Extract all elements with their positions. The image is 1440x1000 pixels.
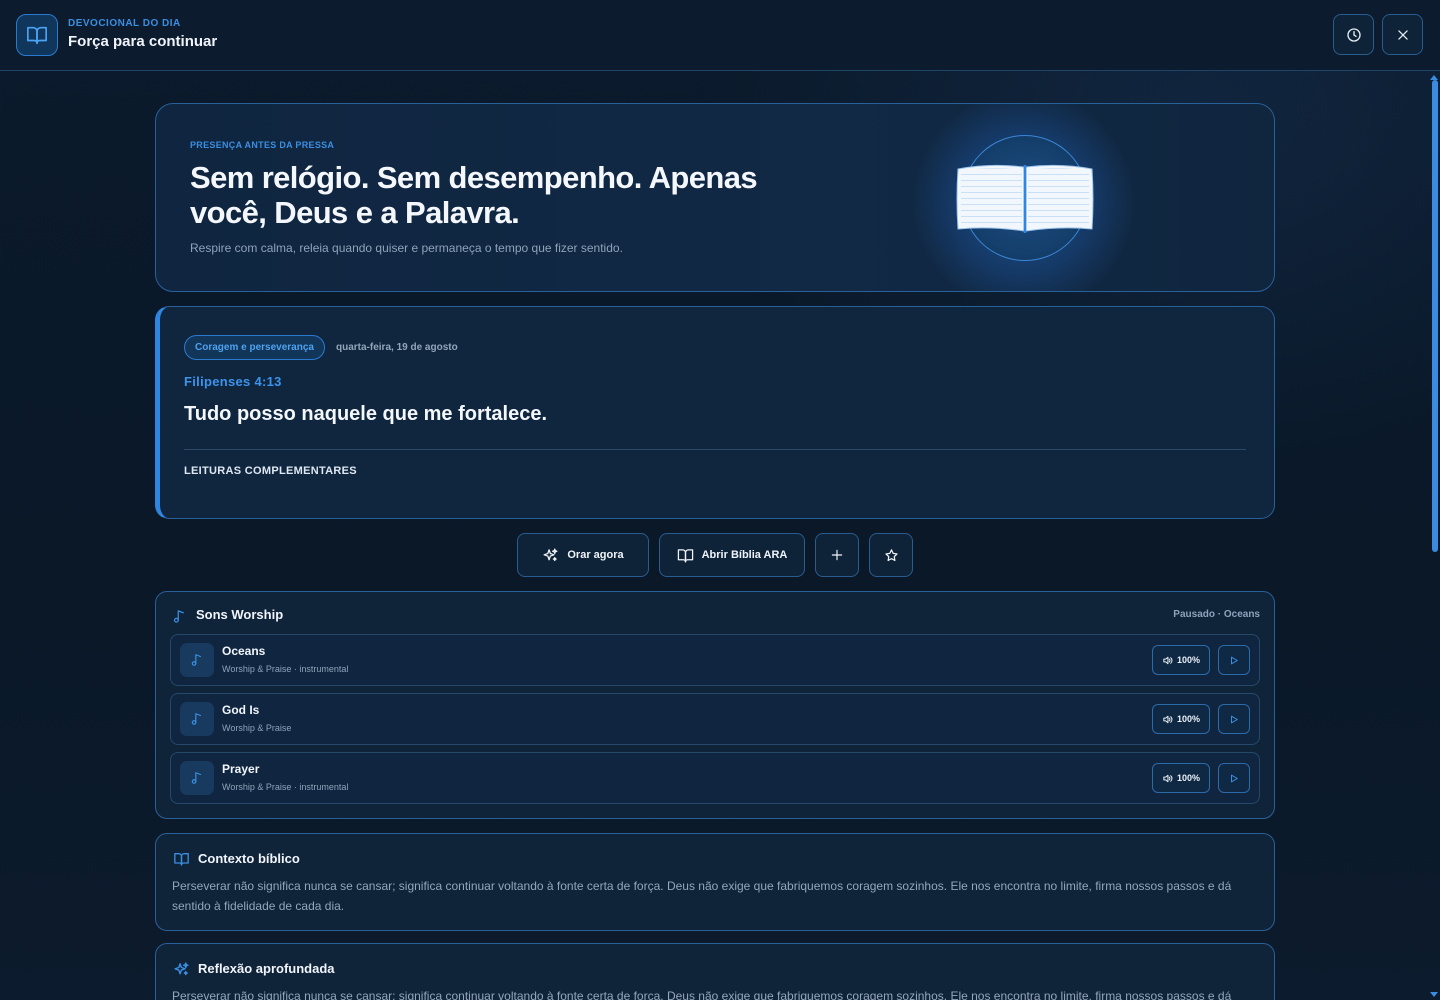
close-icon [1397, 29, 1408, 40]
play-icon [1231, 656, 1238, 664]
volume-button[interactable]: 100% [1152, 704, 1210, 734]
track-name: God Is [222, 703, 260, 717]
volume-button[interactable]: 100% [1152, 763, 1210, 793]
play-button[interactable] [1218, 704, 1250, 734]
divider [184, 449, 1246, 450]
track-name: Oceans [222, 644, 266, 658]
clock-icon [1346, 27, 1361, 42]
worship-sounds-panel: Sons Worship Pausado · Oceans Oceans Wor… [155, 591, 1275, 819]
biblical-context-card: Contexto bíblico Perseverar não signific… [155, 833, 1275, 931]
hero-kicker: PRESENÇA ANTES DA PRESSA [190, 140, 335, 150]
music-note-icon [180, 702, 214, 736]
track-row[interactable]: Prayer Worship & Praise · instrumental 1… [170, 752, 1260, 804]
music-note-icon [180, 643, 214, 677]
play-button[interactable] [1218, 645, 1250, 675]
track-name: Prayer [222, 762, 260, 776]
reflection-title: Reflexão aprofundada [198, 961, 335, 976]
pray-now-button[interactable]: Orar agora [517, 533, 649, 577]
play-icon [1231, 774, 1238, 782]
hero-subtitle: Respire com calma, releia quando quiser … [190, 241, 623, 255]
header-title: Força para continuar [68, 33, 218, 50]
reflection-text: Perseverar não significa nunca se cansar… [172, 989, 1232, 1000]
verse-date: quarta-feira, 19 de agosto [336, 342, 458, 353]
volume-icon [1163, 774, 1173, 782]
play-icon [1231, 715, 1238, 723]
star-icon [884, 548, 898, 561]
close-button[interactable] [1382, 14, 1423, 55]
deep-reflection-card: Reflexão aprofundada Perseverar não sign… [155, 943, 1275, 1000]
scroll-down-icon[interactable] [1430, 990, 1438, 998]
music-note-icon [180, 761, 214, 795]
plus-icon [831, 549, 843, 561]
history-button[interactable] [1333, 14, 1374, 55]
volume-icon [1163, 715, 1173, 723]
playback-status: Pausado · Oceans [1173, 609, 1260, 620]
track-row[interactable]: God Is Worship & Praise 100% [170, 693, 1260, 745]
hero-card: PRESENÇA ANTES DA PRESSA Sem relógio. Se… [155, 103, 1275, 292]
top-bar: DEVOCIONAL DO DIA Força para continuar [0, 0, 1440, 71]
sparkles-icon [543, 547, 558, 561]
verse-text: Tudo posso naquele que me fortalece. [184, 403, 548, 425]
context-title: Contexto bíblico [198, 851, 300, 866]
complementary-readings-heading: LEITURAS COMPLEMENTARES [184, 465, 357, 477]
book-icon [16, 14, 58, 56]
verse-reference[interactable]: Filipenses 4:13 [184, 374, 282, 389]
open-bible-label: Abrir Bíblia ARA [701, 549, 788, 561]
open-book-icon [956, 164, 1094, 233]
music-note-icon [173, 610, 184, 623]
track-meta: Worship & Praise [222, 723, 292, 733]
sparkles-icon [174, 962, 189, 976]
pray-now-label: Orar agora [567, 549, 624, 561]
theme-tag: Coragem e perseverança [184, 335, 325, 360]
scrollbar-thumb[interactable] [1432, 80, 1438, 552]
hero-title: Sem relógio. Sem desempenho. Apenas você… [190, 160, 758, 230]
add-button[interactable] [815, 533, 859, 577]
play-button[interactable] [1218, 763, 1250, 793]
volume-button[interactable]: 100% [1152, 645, 1210, 675]
volume-level: 100% [1176, 714, 1201, 724]
track-meta: Worship & Praise · instrumental [222, 782, 349, 792]
volume-level: 100% [1176, 773, 1201, 783]
context-text: Perseverar não significa nunca se cansar… [172, 879, 1232, 913]
verse-card: Coragem e perseverança quarta-feira, 19 … [155, 306, 1275, 519]
header-kicker: DEVOCIONAL DO DIA [68, 18, 181, 29]
track-row[interactable]: Oceans Worship & Praise · instrumental 1… [170, 634, 1260, 686]
favorite-button[interactable] [869, 533, 913, 577]
book-icon [174, 853, 189, 866]
book-icon [677, 548, 693, 563]
track-meta: Worship & Praise · instrumental [222, 664, 349, 674]
scrollbar[interactable] [1428, 72, 1440, 1000]
sounds-title: Sons Worship [196, 607, 284, 622]
volume-level: 100% [1176, 655, 1201, 665]
volume-icon [1163, 656, 1173, 664]
open-bible-button[interactable]: Abrir Bíblia ARA [659, 533, 805, 577]
